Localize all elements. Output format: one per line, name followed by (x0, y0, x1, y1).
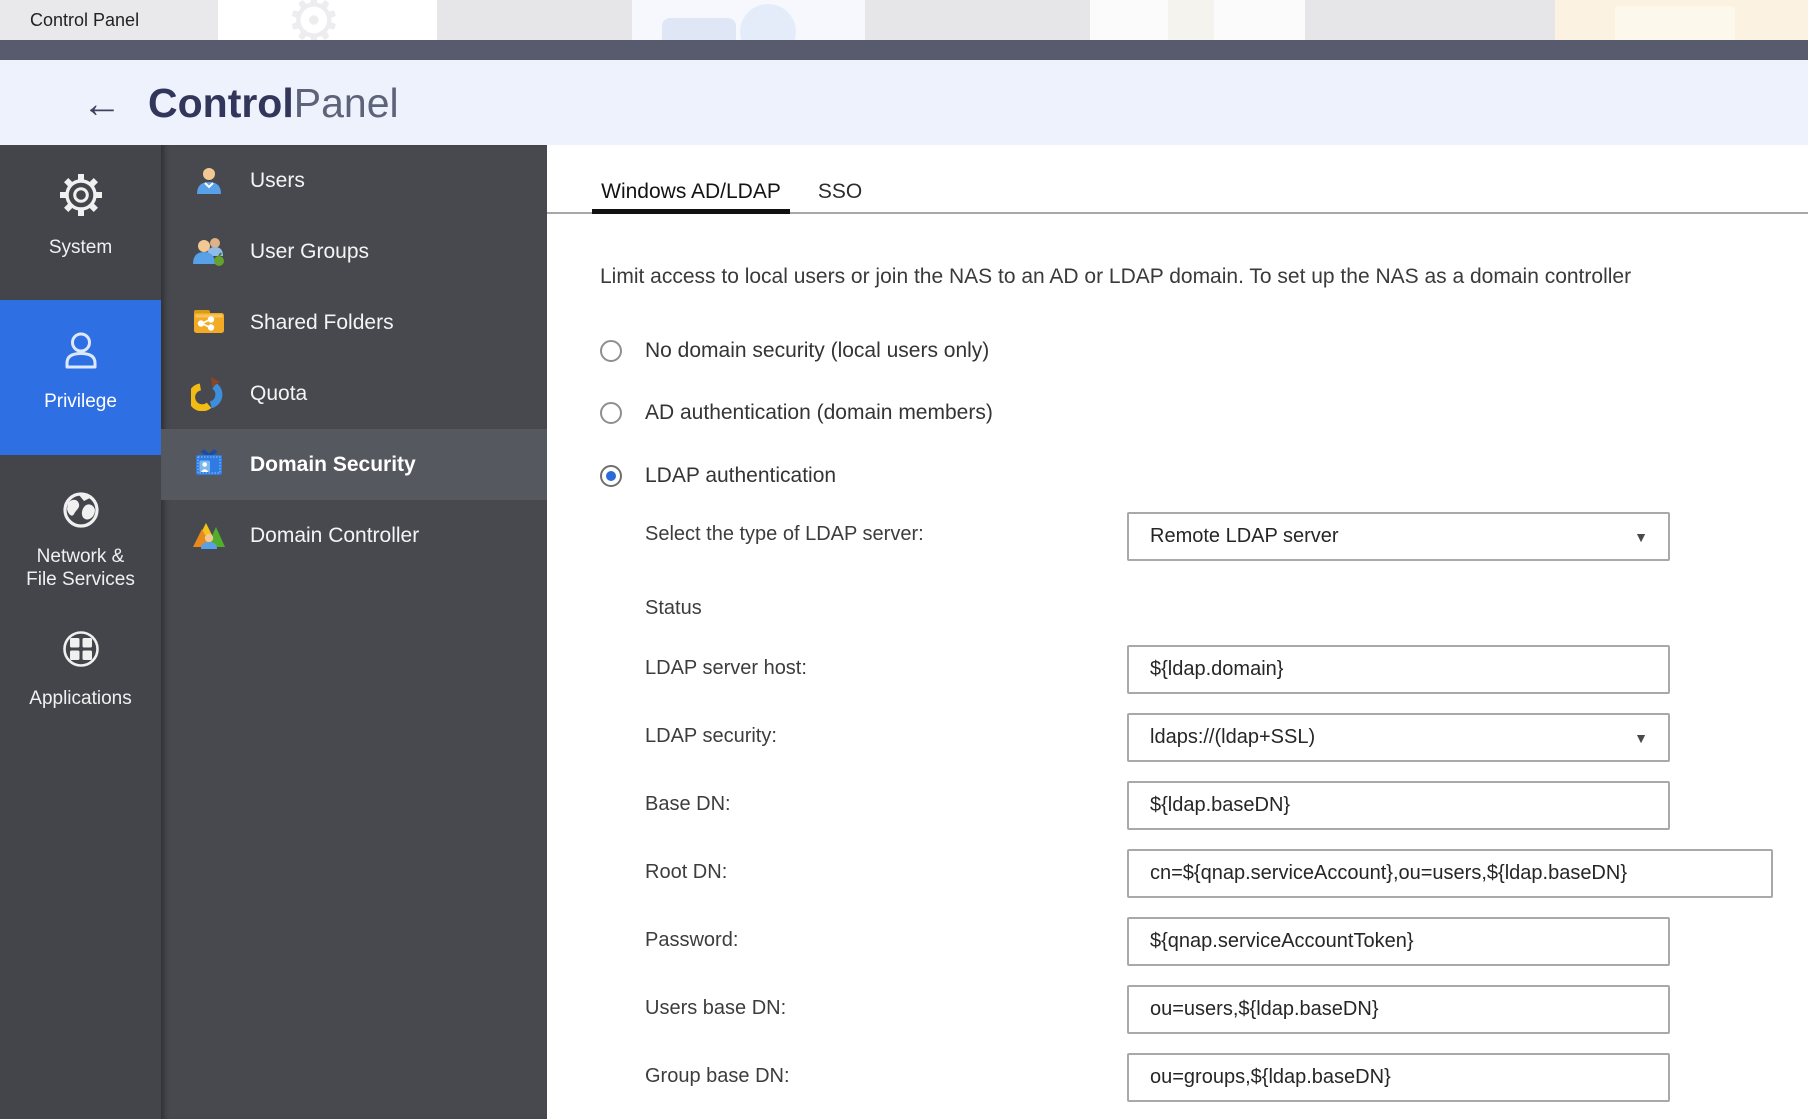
status-label: Status (645, 597, 702, 620)
globe-icon (55, 484, 107, 536)
section-menu: Users User Groups (161, 145, 547, 1119)
dropdown-arrow-icon: ▼ (1634, 529, 1648, 545)
sidebar-item-label: Network & File Services (0, 545, 161, 591)
category-sidebar: System Privilege Network & File Services (0, 145, 161, 1119)
root-dn-input[interactable] (1127, 849, 1773, 898)
menu-item-shared-folders[interactable]: Shared Folders (161, 287, 547, 358)
menu-item-users[interactable]: Users (161, 145, 547, 216)
users-base-dn-input[interactable] (1127, 985, 1670, 1034)
screen: Control Panel ⚙ ← ControlPanel (0, 0, 1808, 1119)
ldap-server-host-input[interactable] (1127, 645, 1670, 694)
thumbnail-shape (662, 18, 736, 40)
menu-item-label: Users (250, 145, 305, 216)
radio-ldap-authentication[interactable]: LDAP authentication (600, 463, 836, 489)
base-dn-input[interactable] (1127, 781, 1670, 830)
ldap-security-label: LDAP security: (645, 725, 777, 748)
ldap-type-value: Remote LDAP server (1150, 525, 1634, 548)
sidebar-item-label-line2: File Services (0, 568, 161, 591)
window-thumbnail[interactable] (1090, 0, 1305, 40)
radio-label: No domain security (local users only) (645, 339, 989, 363)
thumbnail-shape (1615, 6, 1735, 40)
ldap-type-label: Select the type of LDAP server: (645, 523, 924, 546)
menu-item-domain-controller[interactable]: Domain Controller (161, 500, 547, 571)
thumbnail-shape (1168, 0, 1214, 40)
group-base-dn-input[interactable] (1127, 1053, 1670, 1102)
sidebar-item-privilege[interactable]: Privilege (0, 300, 161, 455)
base-dn-label: Base DN: (645, 793, 731, 816)
radio-icon (600, 402, 622, 424)
sidebar-item-applications[interactable]: Applications (0, 623, 161, 710)
gear-icon (55, 169, 107, 221)
menu-item-label: User Groups (250, 216, 369, 287)
quota-icon (191, 375, 227, 411)
back-button[interactable]: ← (76, 78, 128, 130)
radio-ad-authentication[interactable]: AD authentication (domain members) (600, 400, 993, 426)
radio-icon (600, 465, 622, 487)
app-header: ← ControlPanel (0, 60, 1808, 145)
tab-windows-ad-ldap[interactable]: Windows AD/LDAP (592, 172, 790, 214)
group-base-dn-label: Group base DN: (645, 1065, 790, 1088)
sidebar-item-label: System (0, 236, 161, 259)
menu-item-label: Domain Security (250, 429, 416, 500)
menu-item-quota[interactable]: Quota (161, 358, 547, 429)
content-panel: Windows AD/LDAP SSO Limit access to loca… (547, 145, 1808, 1119)
password-input[interactable] (1127, 917, 1670, 966)
user-groups-icon (191, 233, 227, 269)
sidebar-item-label: Privilege (0, 390, 161, 413)
root-dn-label: Root DN: (645, 861, 727, 884)
window-thumbnail[interactable] (1555, 0, 1808, 40)
window-thumbnail[interactable]: ⚙ (218, 0, 437, 40)
page-title: ControlPanel (148, 78, 399, 128)
page-title-light: Panel (294, 80, 399, 126)
menu-item-user-groups[interactable]: User Groups (161, 216, 547, 287)
tab-sso[interactable]: SSO (810, 172, 870, 214)
domain-controller-icon (191, 517, 227, 553)
ldap-type-select[interactable]: Remote LDAP server ▼ (1127, 512, 1670, 561)
window-thumbnail[interactable] (632, 0, 865, 40)
taskbar-tab-control-panel[interactable]: Control Panel (0, 0, 218, 40)
menu-item-label: Domain Controller (250, 500, 419, 571)
top-divider-bar (0, 40, 1808, 60)
menu-item-domain-security[interactable]: Domain Security (161, 429, 547, 500)
shared-folders-icon (191, 304, 227, 340)
apps-icon (55, 623, 107, 675)
thumbnail-shape (740, 4, 796, 40)
dropdown-arrow-icon: ▼ (1634, 730, 1648, 746)
sidebar-item-system[interactable]: System (0, 169, 161, 259)
ldap-security-select[interactable]: ldaps://(ldap+SSL) ▼ (1127, 713, 1670, 762)
users-icon (191, 162, 227, 198)
menu-item-label: Shared Folders (250, 287, 394, 358)
ldap-server-host-label: LDAP server host: (645, 657, 807, 680)
sidebar-item-label-line1: Network & (0, 545, 161, 568)
page-title-bold: Control (148, 80, 294, 126)
sidebar-item-label: Applications (0, 687, 161, 710)
radio-label: LDAP authentication (645, 464, 836, 488)
menu-item-label: Quota (250, 358, 307, 429)
radio-label: AD authentication (domain members) (645, 401, 993, 425)
radio-icon (600, 340, 622, 362)
domain-security-icon (191, 446, 227, 482)
password-label: Password: (645, 929, 738, 952)
gear-thumbnail-icon: ⚙ (286, 0, 342, 40)
domain-security-description: Limit access to local users or join the … (600, 265, 1805, 289)
users-base-dn-label: Users base DN: (645, 997, 786, 1020)
ldap-security-value: ldaps://(ldap+SSL) (1150, 726, 1634, 749)
user-icon (55, 325, 107, 377)
sidebar-item-network-file-services[interactable]: Network & File Services (0, 484, 161, 591)
radio-no-domain-security[interactable]: No domain security (local users only) (600, 338, 989, 364)
taskbar: Control Panel ⚙ (0, 0, 1808, 40)
back-arrow-icon: ← (82, 82, 122, 126)
